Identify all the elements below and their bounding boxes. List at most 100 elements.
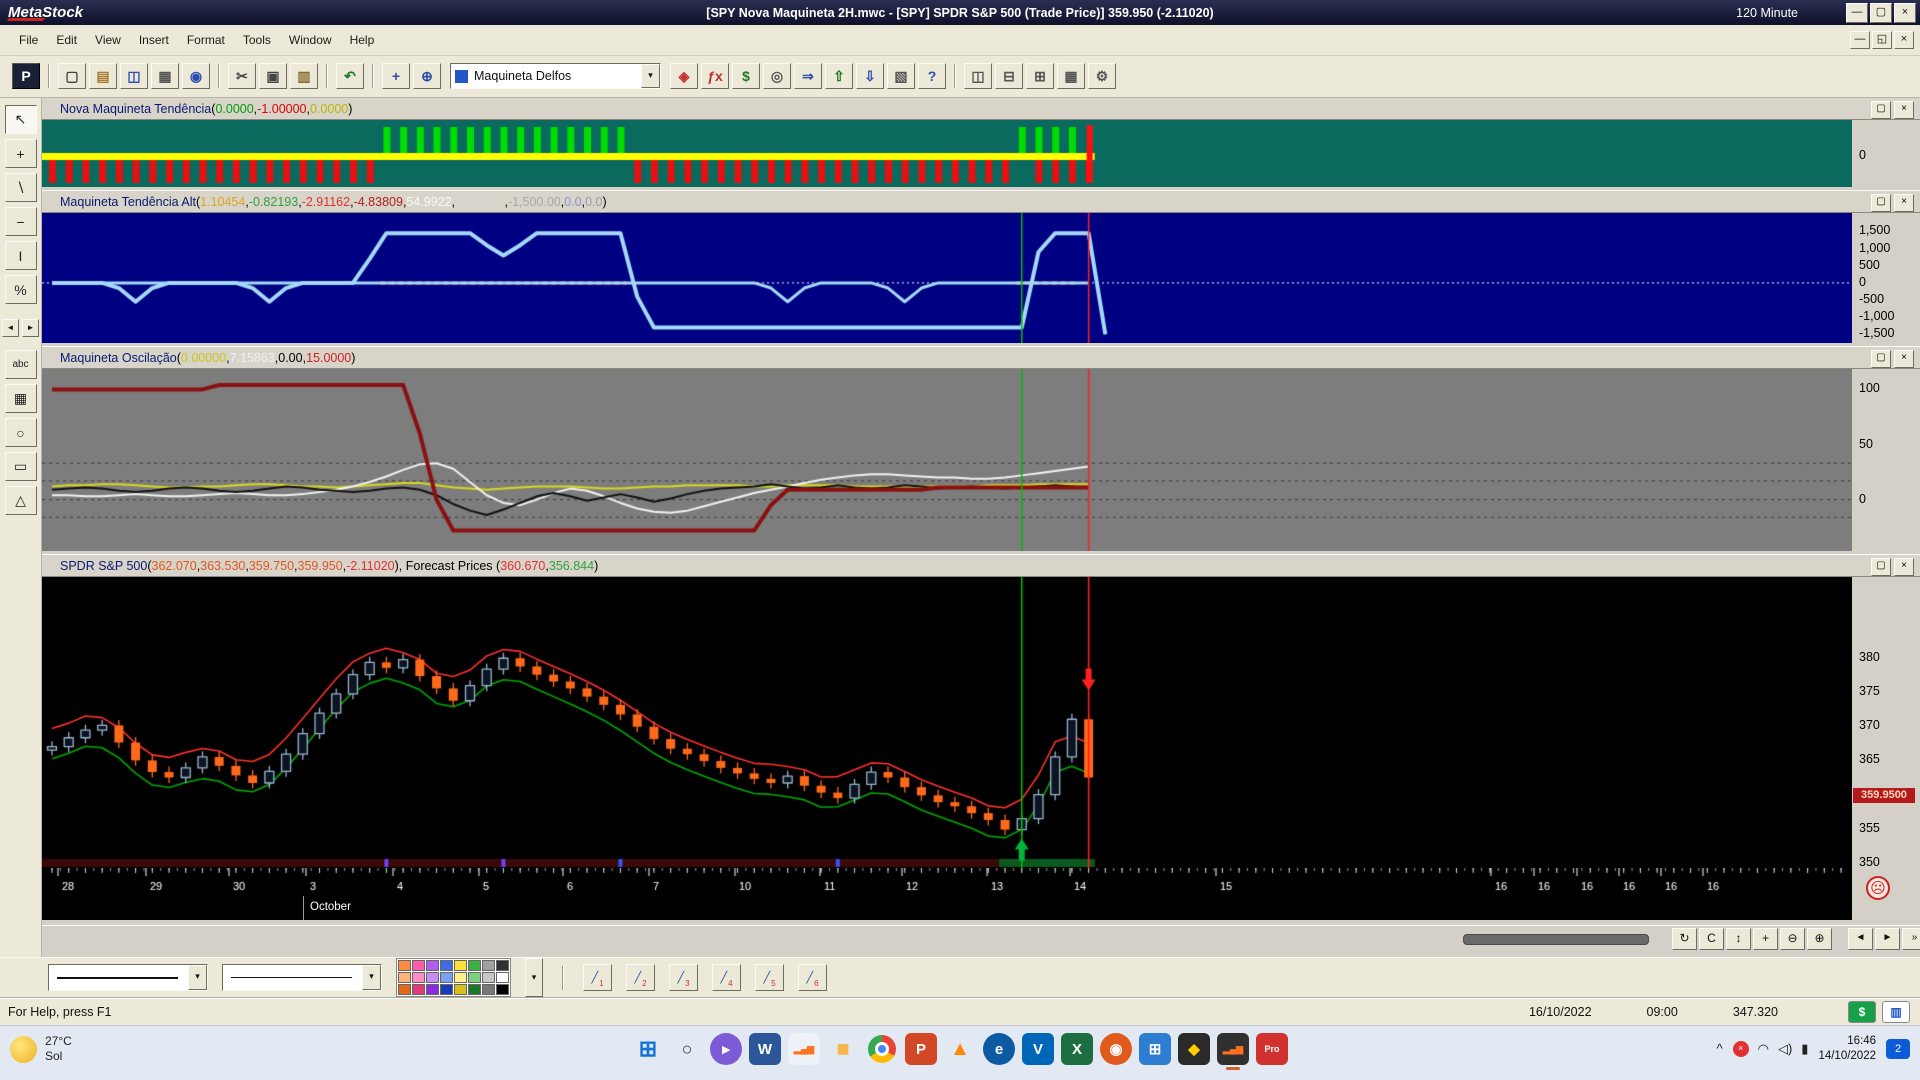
color-swatch[interactable] — [440, 984, 453, 995]
rectangle-tool[interactable]: ▭ — [5, 452, 37, 481]
panel-plot-maquineta-oscilacao[interactable] — [42, 369, 1852, 551]
system-tester-icon[interactable]: $ — [732, 63, 760, 89]
close-button[interactable]: × — [1894, 3, 1916, 23]
color-swatch[interactable] — [496, 972, 509, 983]
line-style-dropdown[interactable]: ▾ — [188, 965, 207, 990]
vertical-line-tool[interactable]: I — [5, 241, 37, 270]
volume-icon[interactable]: ◁) — [1778, 1041, 1792, 1057]
zoom-out-button[interactable]: ⊖ — [1780, 928, 1805, 950]
color-swatch[interactable] — [412, 984, 425, 995]
download-icon[interactable]: ⇩ — [856, 63, 884, 89]
color-swatch[interactable] — [426, 972, 439, 983]
color-swatch[interactable] — [412, 972, 425, 983]
color-swatch[interactable] — [482, 972, 495, 983]
child-close-button[interactable]: × — [1894, 31, 1914, 49]
zoom-icon[interactable]: ⊕ — [413, 63, 441, 89]
minimize-button[interactable]: — — [1846, 3, 1868, 23]
save-icon[interactable]: ◫ — [120, 63, 148, 89]
chart-layout-button-1[interactable]: ╱1 — [583, 964, 612, 991]
find-symbol-icon[interactable]: ▧ — [887, 63, 915, 89]
fit-vertical-button[interactable]: ↕ — [1726, 928, 1751, 950]
recalc-button[interactable]: C — [1699, 928, 1724, 950]
color-swatch[interactable] — [454, 960, 467, 971]
store-icon[interactable]: ⊞ — [1139, 1033, 1171, 1065]
new-chart-icon[interactable]: ▢ — [58, 63, 86, 89]
expert-combo-dropdown[interactable]: ▾ — [641, 64, 660, 88]
color-swatch[interactable] — [496, 984, 509, 995]
chart-status-button[interactable]: ▥ — [1882, 1001, 1910, 1023]
color-swatch[interactable] — [412, 960, 425, 971]
chart-layout-button-2[interactable]: ╱2 — [626, 964, 655, 991]
scroll-end-button[interactable]: » — [1902, 928, 1920, 950]
color-swatch[interactable] — [454, 972, 467, 983]
misc-app-icon[interactable]: ◆ — [1178, 1033, 1210, 1065]
line-weight-select[interactable]: ▾ — [222, 964, 382, 991]
forecaster-icon[interactable]: ⇒ — [794, 63, 822, 89]
open-icon[interactable]: ▤ — [89, 63, 117, 89]
color-swatch[interactable] — [496, 960, 509, 971]
panel-close-button[interactable]: × — [1894, 101, 1914, 119]
menu-file[interactable]: File — [10, 28, 47, 52]
text-tool[interactable]: abc — [5, 350, 37, 379]
color-swatch[interactable] — [398, 960, 411, 971]
browser-icon[interactable]: ◉ — [1100, 1033, 1132, 1065]
panel-plot-maquineta-tendencia-alt[interactable] — [42, 213, 1852, 343]
cascade-windows-icon[interactable]: ⊟ — [995, 63, 1023, 89]
palette-scroll-right-button[interactable]: ► — [22, 319, 39, 337]
color-swatch[interactable] — [426, 984, 439, 995]
panel-restore-button[interactable]: ▢ — [1871, 194, 1891, 212]
quote-table-icon[interactable]: ▦ — [1057, 63, 1085, 89]
scan-icon[interactable]: ◎ — [763, 63, 791, 89]
new-layout-icon[interactable]: ⊞ — [1026, 63, 1054, 89]
tile-windows-icon[interactable]: ◫ — [964, 63, 992, 89]
scroll-thumb[interactable] — [1463, 934, 1649, 945]
triangle-tool[interactable]: △ — [5, 486, 37, 515]
color-swatch[interactable] — [398, 984, 411, 995]
color-swatch[interactable] — [468, 984, 481, 995]
wifi-icon[interactable]: ◠ — [1758, 1041, 1769, 1057]
downloader-icon[interactable]: ▂▄▆ — [788, 1033, 820, 1065]
expert-combo[interactable]: Maquineta Delfos▾ — [450, 63, 661, 89]
chart-layout-button-3[interactable]: ╱3 — [669, 964, 698, 991]
crosshair-icon[interactable]: + — [382, 63, 410, 89]
color-swatch[interactable] — [468, 972, 481, 983]
taskbar-clock[interactable]: 16:46 14/10/2022 — [1818, 1034, 1876, 1064]
dollar-status-button[interactable]: $ — [1848, 1001, 1876, 1023]
color-swatch[interactable] — [440, 960, 453, 971]
file-explorer-icon[interactable]: ■ — [827, 1033, 859, 1065]
ellipse-tool[interactable]: ○ — [5, 418, 37, 447]
child-restore-button[interactable]: ◱ — [1872, 31, 1892, 49]
recording-icon[interactable]: × — [1733, 1041, 1749, 1057]
palette-scroll-left-button[interactable]: ◄ — [2, 319, 19, 337]
menu-tools[interactable]: Tools — [234, 28, 280, 52]
panel-restore-button[interactable]: ▢ — [1871, 558, 1891, 576]
battery-icon[interactable]: ▮ — [1801, 1041, 1808, 1057]
word-icon[interactable]: W — [749, 1033, 781, 1065]
color-swatch[interactable] — [426, 960, 439, 971]
edge-icon[interactable]: e — [983, 1033, 1015, 1065]
chart-layout-button-6[interactable]: ╱6 — [798, 964, 827, 991]
cut-icon[interactable]: ✂ — [228, 63, 256, 89]
menu-insert[interactable]: Insert — [130, 28, 178, 52]
color-swatch[interactable] — [398, 972, 411, 983]
metastock-icon[interactable]: ▂▄▆ — [1217, 1033, 1249, 1065]
chart-layout-button-4[interactable]: ╱4 — [712, 964, 741, 991]
color-swatch[interactable] — [468, 960, 481, 971]
properties-button[interactable]: P — [12, 63, 40, 89]
video-app-icon[interactable]: ▸ — [710, 1033, 742, 1065]
color-swatch[interactable] — [482, 984, 495, 995]
explorer-icon[interactable]: ◈ — [670, 63, 698, 89]
line-style-select[interactable]: ▾ — [48, 964, 208, 991]
hidden-icons-chevron[interactable]: ^ — [1717, 1041, 1723, 1056]
chart-layout-button-5[interactable]: ╱5 — [755, 964, 784, 991]
panel-plot-spdr-sp500[interactable] — [42, 577, 1852, 868]
maximize-button[interactable]: ▢ — [1870, 3, 1892, 23]
start-button[interactable]: ⊞ — [632, 1033, 664, 1065]
panel-plot-nova-maquineta-tendencia[interactable] — [42, 120, 1852, 187]
scroll-right-button[interactable]: ► — [1875, 928, 1900, 950]
paste-icon[interactable]: ▥ — [290, 63, 318, 89]
trendline-tool[interactable]: ∖ — [5, 173, 37, 202]
menu-format[interactable]: Format — [178, 28, 234, 52]
menu-edit[interactable]: Edit — [47, 28, 86, 52]
copy-icon[interactable]: ▣ — [259, 63, 287, 89]
